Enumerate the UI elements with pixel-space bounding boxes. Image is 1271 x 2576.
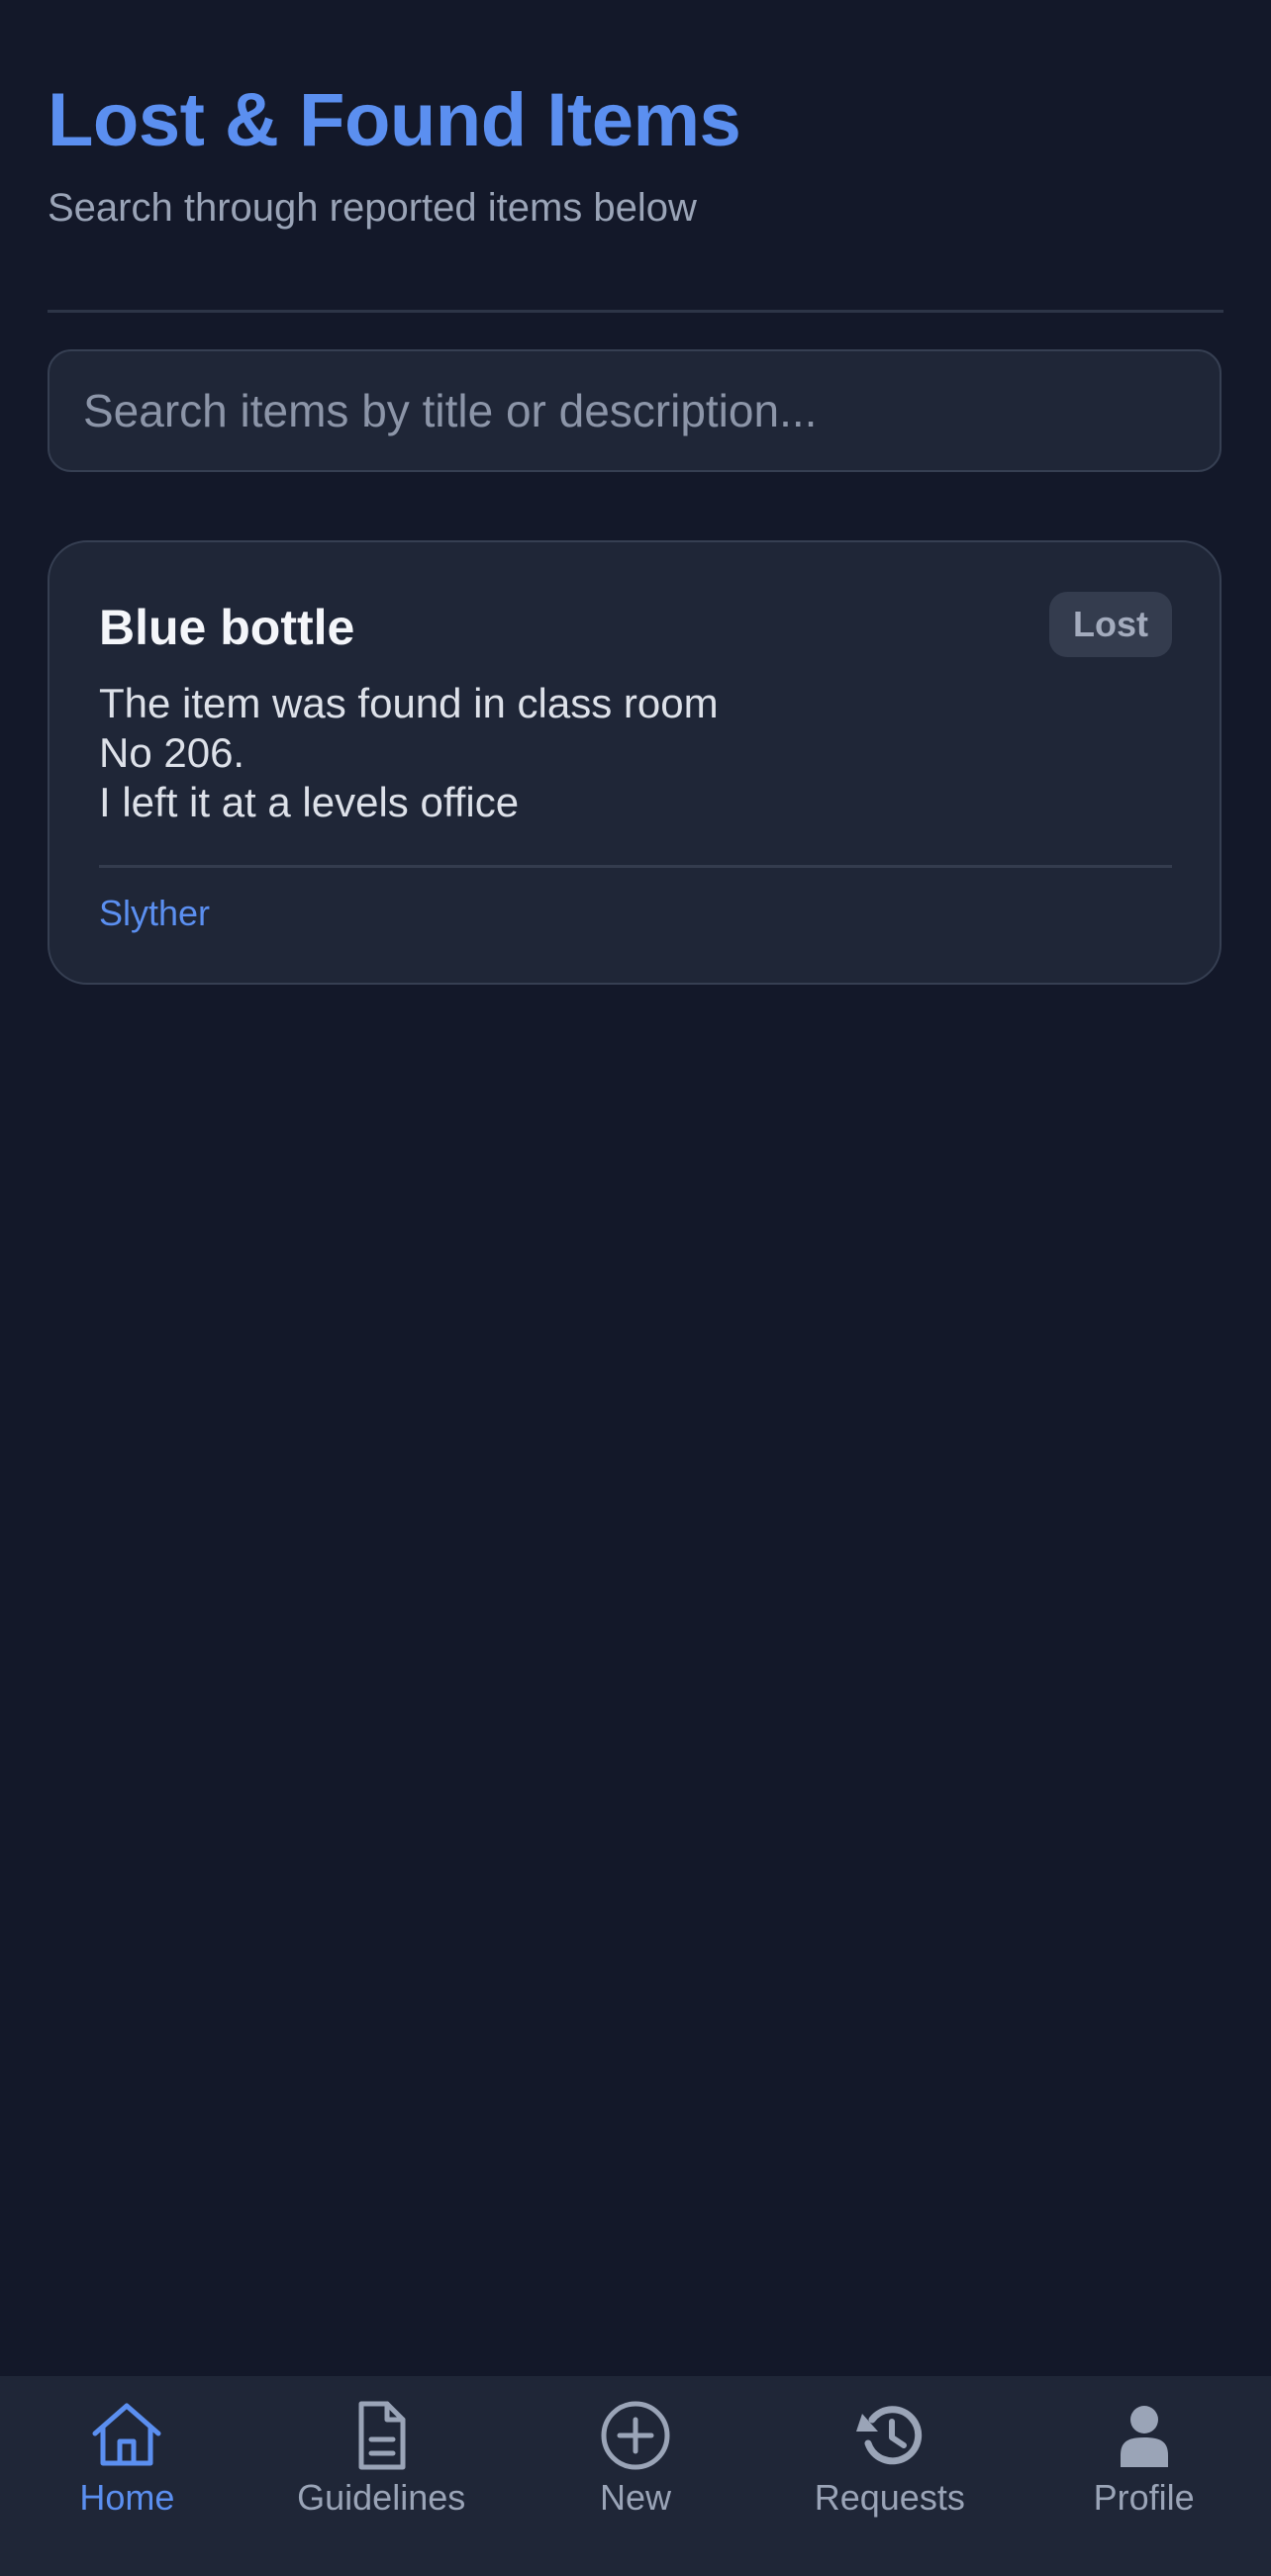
nav-item-new[interactable]: New [509,2376,763,2576]
nav-label-home: Home [79,2477,175,2518]
nav-label-guidelines: Guidelines [297,2477,466,2518]
nav-item-profile[interactable]: Profile [1017,2376,1271,2576]
bottom-nav: Home Guidelines New Requests Profile [0,2376,1271,2576]
nav-item-home[interactable]: Home [0,2376,254,2576]
home-icon [89,2398,164,2473]
status-badge: Lost [1049,592,1172,657]
history-icon [852,2398,928,2473]
card-divider [99,865,1172,868]
page-title: Lost & Found Items [48,78,741,162]
document-icon [343,2398,419,2473]
page-subtitle: Search through reported items below [48,186,697,230]
user-icon [1107,2398,1182,2473]
search-box[interactable] [48,349,1222,472]
item-card[interactable]: Blue bottle Lost The item was found in c… [48,540,1222,985]
nav-item-guidelines[interactable]: Guidelines [254,2376,509,2576]
item-title: Blue bottle [99,600,355,655]
nav-label-new: New [599,2477,671,2518]
nav-label-requests: Requests [814,2477,965,2518]
header-divider [48,310,1223,313]
nav-label-profile: Profile [1093,2477,1195,2518]
item-description: The item was found in class room No 206.… [99,680,719,825]
plus-circle-icon [598,2398,673,2473]
item-author[interactable]: Slyther [99,891,210,936]
search-input[interactable] [83,384,1186,437]
nav-item-requests[interactable]: Requests [762,2376,1017,2576]
